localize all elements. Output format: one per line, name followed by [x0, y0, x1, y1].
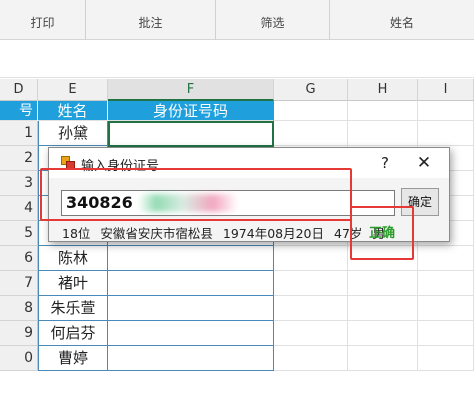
id-info-line: 18位 安徽省安庆市宿松县 1974年08月20日 47岁 男 [62, 223, 391, 242]
cell-h[interactable] [348, 271, 418, 296]
info-length: 18位 [62, 226, 91, 241]
ribbon-group-print[interactable]: 打印 [0, 0, 86, 40]
ribbon-group-filter[interactable]: 筛选 [216, 0, 330, 40]
ribbon-label-name: 姓名 [389, 16, 414, 30]
cell-i[interactable] [418, 121, 474, 146]
highlight-box-status [350, 206, 414, 260]
cell-i[interactable] [418, 246, 474, 271]
ribbon-group-comment[interactable]: 批注 [86, 0, 216, 40]
formula-strip [0, 40, 474, 78]
column-header-e[interactable]: E [38, 79, 108, 101]
name-cell[interactable]: 朱乐萱 [38, 296, 108, 321]
cell-h[interactable] [348, 346, 418, 371]
active-cell-selection[interactable] [108, 121, 274, 147]
cell-h[interactable] [348, 321, 418, 346]
cell-i[interactable] [418, 296, 474, 321]
ribbon-label-comment: 批注 [138, 16, 163, 30]
name-cell[interactable]: 陈林 [38, 246, 108, 271]
help-button[interactable]: ? [375, 152, 395, 174]
column-header-d[interactable]: D [0, 79, 38, 101]
row-number-cell[interactable]: 6 [0, 246, 38, 271]
header-cell-name[interactable]: 姓名 [38, 101, 108, 121]
row-number-cell[interactable]: 9 [0, 321, 38, 346]
cell-g-header[interactable] [274, 101, 348, 121]
cell-g[interactable] [274, 271, 348, 296]
row-number-cell[interactable]: 0 [0, 346, 38, 371]
cell-g[interactable] [274, 121, 348, 146]
cell-h[interactable] [348, 296, 418, 321]
info-region: 安徽省安庆市宿松县 [100, 226, 213, 241]
row-number-cell[interactable]: 3 [0, 171, 38, 196]
cell-i[interactable] [418, 321, 474, 346]
id-number-cell[interactable] [108, 296, 274, 321]
cell-h[interactable] [348, 121, 418, 146]
row-number-cell[interactable]: 8 [0, 296, 38, 321]
row-number-cell[interactable]: 7 [0, 271, 38, 296]
info-birthdate: 1974年08月20日 [222, 226, 325, 241]
header-cell-number[interactable]: 号 [0, 101, 38, 121]
name-cell[interactable]: 何启芬 [38, 321, 108, 346]
ribbon-group-name[interactable]: 姓名 [330, 0, 474, 40]
cell-h-header[interactable] [348, 101, 418, 121]
cell-g[interactable] [274, 321, 348, 346]
cell-g[interactable] [274, 346, 348, 371]
row-number-cell[interactable]: 5 [0, 221, 38, 246]
ribbon-label-print: 打印 [30, 16, 55, 30]
id-number-cell[interactable] [108, 346, 274, 371]
name-cell[interactable]: 曹婷 [38, 346, 108, 371]
cell-i[interactable] [418, 271, 474, 296]
row-number-cell[interactable]: 4 [0, 196, 38, 221]
ribbon-label-filter: 筛选 [260, 16, 285, 30]
close-button[interactable]: ✕ [413, 152, 435, 174]
id-number-cell[interactable] [108, 321, 274, 346]
cell-g[interactable] [274, 246, 348, 271]
column-header-g[interactable]: G [274, 79, 348, 101]
ribbon: 打印 批注 筛选 姓名 [0, 0, 474, 40]
row-number-cell[interactable]: 2 [0, 146, 38, 171]
cell-i-header[interactable] [418, 101, 474, 121]
id-number-cell[interactable] [108, 271, 274, 296]
cell-g[interactable] [274, 296, 348, 321]
name-cell[interactable]: 褚叶 [38, 271, 108, 296]
highlight-box-input [40, 168, 352, 221]
row-number-cell[interactable]: 1 [0, 121, 38, 146]
cell-i[interactable] [418, 346, 474, 371]
id-number-cell[interactable] [108, 246, 274, 271]
column-header-i[interactable]: I [418, 79, 474, 101]
name-cell[interactable]: 孙黛 [38, 121, 108, 146]
column-header-f[interactable]: F [108, 79, 274, 101]
header-cell-id-number[interactable]: 身份证号码 [108, 101, 274, 121]
column-header-h[interactable]: H [348, 79, 418, 101]
